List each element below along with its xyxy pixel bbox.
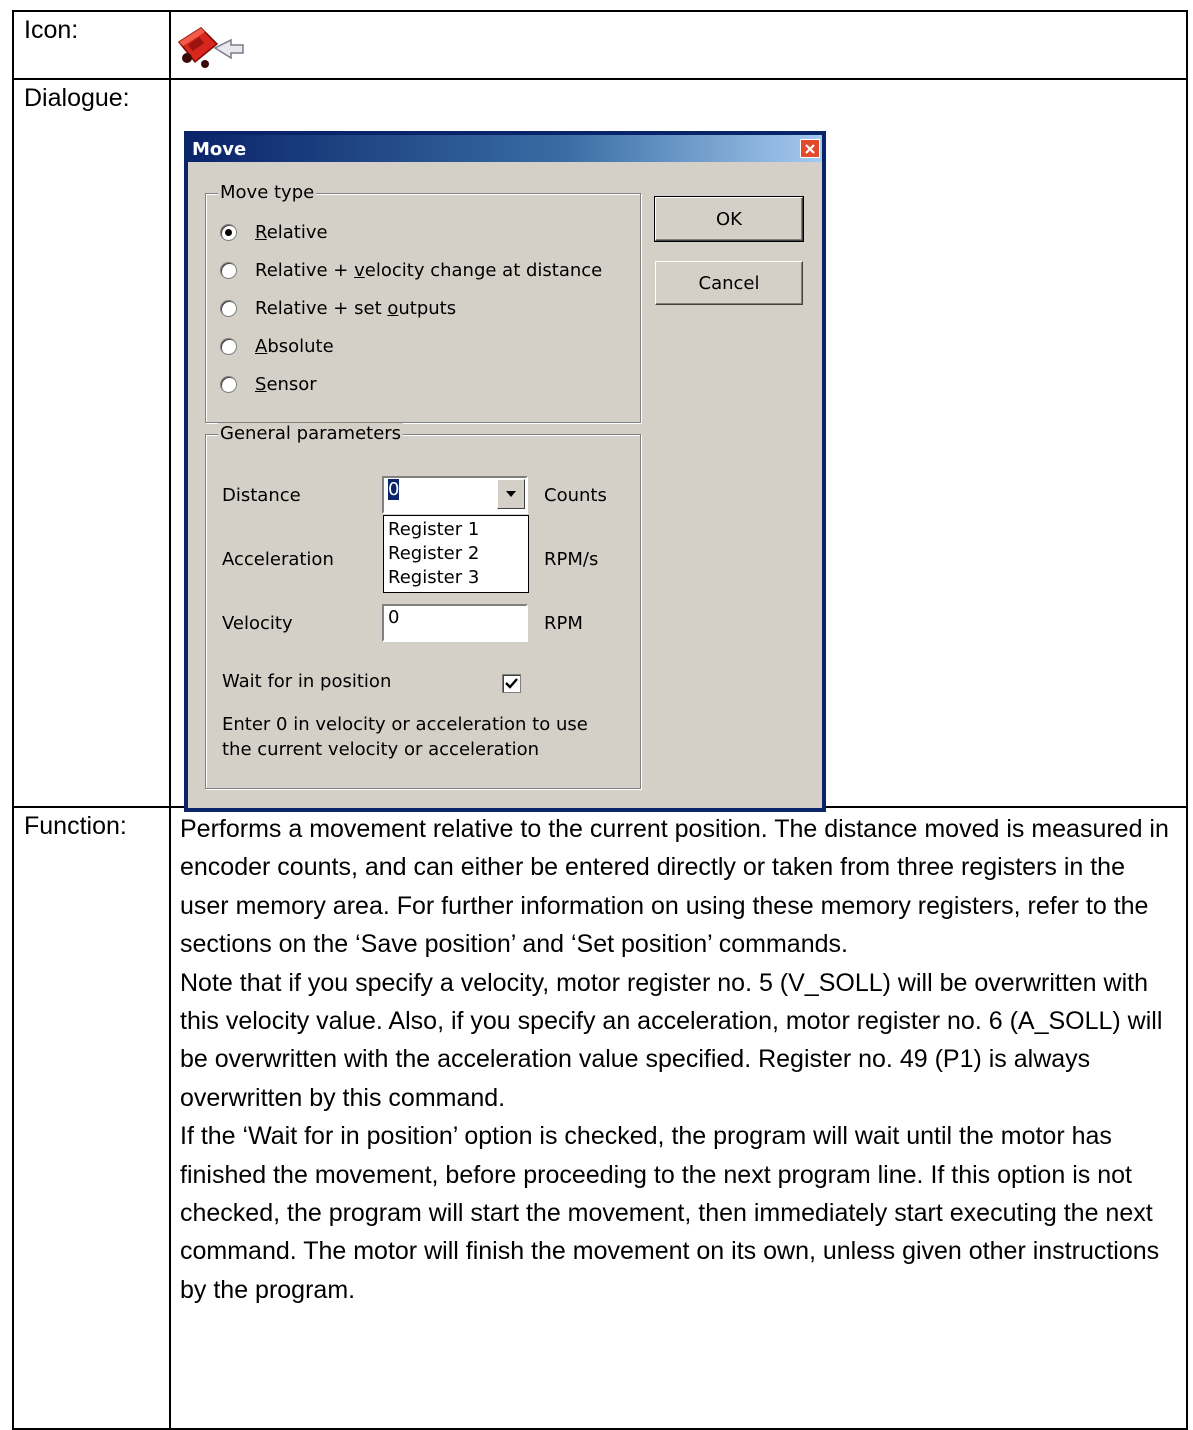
distance-dropdown-list: Register 1 Register 2 Register 3 — [383, 515, 529, 593]
dialogue-label: Dialogue: — [24, 84, 130, 112]
option-text: utputs — [398, 297, 457, 319]
acceleration-unit: RPM/s — [544, 549, 599, 570]
ok-button[interactable]: OK — [654, 196, 804, 242]
accelerator-key: R — [255, 221, 267, 243]
move-type-group: Move type Relative Relative + velocity c… — [205, 182, 641, 423]
move-type-group-title: Move type — [218, 182, 317, 203]
radio-label: Relative + velocity change at distance — [255, 260, 602, 281]
cancel-button[interactable]: Cancel — [655, 261, 803, 305]
velocity-unit: RPM — [544, 613, 583, 634]
close-button[interactable] — [800, 139, 820, 158]
icon-label: Icon: — [24, 16, 79, 44]
dialogue-label-cell: Dialogue: — [12, 78, 171, 808]
wait-in-position-label: Wait for in position — [222, 671, 392, 692]
general-parameters-group-title: General parameters — [218, 423, 404, 444]
dropdown-option-register-2[interactable]: Register 2 — [388, 542, 524, 566]
wait-in-position-checkbox[interactable] — [502, 674, 521, 693]
option-text: Relative + set — [255, 297, 388, 319]
icon-cell — [169, 10, 1188, 80]
chevron-down-icon — [506, 491, 516, 497]
function-description: Performs a movement relative to the curr… — [171, 808, 1186, 1309]
velocity-label: Velocity — [222, 613, 293, 634]
function-paragraph-1: Performs a movement relative to the curr… — [180, 815, 1169, 959]
accelerator-key: v — [354, 259, 365, 281]
dialog-client-area: Move type Relative Relative + velocity c… — [188, 162, 822, 808]
ok-button-label: OK — [716, 208, 742, 230]
option-text: elative — [266, 221, 328, 243]
icon-label-cell: Icon: — [12, 10, 171, 80]
option-text: bsolute — [267, 335, 334, 357]
move-command-icon — [177, 27, 244, 68]
dropdown-option-register-3[interactable]: Register 3 — [388, 566, 524, 590]
close-icon — [805, 143, 815, 154]
function-row: Function: Performs a movement relative t… — [12, 806, 1188, 1430]
radio-button[interactable] — [220, 337, 237, 355]
distance-combobox[interactable]: 0 — [382, 476, 528, 514]
cancel-button-label: Cancel — [698, 272, 760, 294]
accelerator-key: A — [255, 335, 268, 357]
radio-label: Relative + set outputs — [255, 298, 456, 319]
radio-button[interactable] — [220, 375, 237, 393]
function-cell: Performs a movement relative to the curr… — [169, 806, 1188, 1430]
option-text: ensor — [266, 373, 317, 395]
dialog-title: Move — [192, 139, 247, 160]
velocity-value[interactable]: 0 — [388, 607, 399, 628]
radio-label: Relative — [255, 222, 328, 243]
radio-relative-velocity-change[interactable]: Relative + velocity change at distance — [220, 258, 602, 282]
checkmark-icon — [505, 678, 518, 689]
acceleration-label: Acceleration — [222, 549, 334, 570]
accelerator-key: o — [387, 297, 399, 319]
distance-dropdown-button[interactable] — [497, 479, 525, 509]
move-dialog: Move Move type Relative Relative + veloc… — [184, 131, 826, 812]
option-text: Relative + — [255, 259, 355, 281]
accelerator-key: S — [255, 373, 267, 395]
function-paragraph-2: Note that if you specify a velocity, mot… — [180, 968, 1163, 1112]
function-paragraph-3: If the ‘Wait for in position’ option is … — [180, 1122, 1160, 1304]
function-label-cell: Function: — [12, 806, 171, 1430]
distance-label: Distance — [222, 485, 301, 506]
note-line-2: the current velocity or acceleration — [222, 739, 540, 760]
option-text: elocity change at distance — [364, 259, 603, 281]
radio-label: Sensor — [255, 374, 317, 395]
radio-sensor[interactable]: Sensor — [220, 372, 317, 396]
radio-button[interactable] — [220, 261, 237, 279]
dialog-titlebar[interactable]: Move — [188, 135, 822, 162]
distance-value[interactable]: 0 — [388, 479, 400, 500]
dropdown-option-register-1[interactable]: Register 1 — [388, 518, 524, 542]
distance-unit: Counts — [544, 485, 607, 506]
radio-relative[interactable]: Relative — [220, 220, 328, 244]
radio-absolute[interactable]: Absolute — [220, 334, 334, 358]
function-label: Function: — [24, 812, 127, 840]
radio-relative-set-outputs[interactable]: Relative + set outputs — [220, 296, 456, 320]
velocity-input[interactable]: 0 — [382, 604, 528, 642]
general-parameters-group: General parameters Distance 0 Counts Reg… — [205, 423, 641, 789]
radio-label: Absolute — [255, 336, 334, 357]
radio-button[interactable] — [220, 299, 237, 317]
radio-button[interactable] — [220, 223, 237, 241]
note-line-1: Enter 0 in velocity or acceleration to u… — [222, 714, 588, 735]
